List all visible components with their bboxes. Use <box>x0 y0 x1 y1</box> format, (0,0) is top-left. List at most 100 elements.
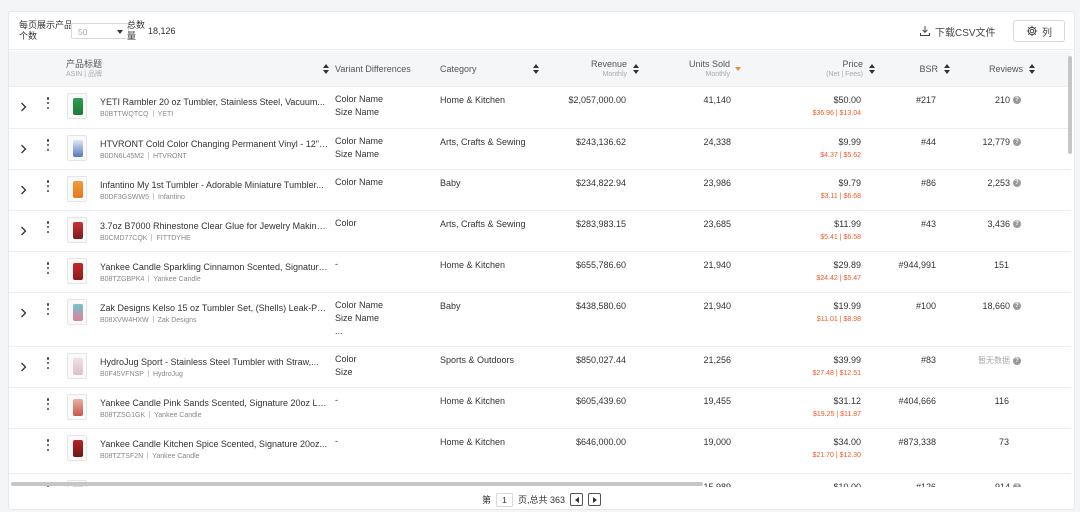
product-asin[interactable]: B08TZSG1GK <box>100 412 145 419</box>
product-title-link[interactable]: YETI Rambler 20 oz Tumbler, Stainless St… <box>100 97 328 107</box>
table-row[interactable]: 3.7oz B7000 Rhinestone Clear Glue for Je… <box>9 211 1071 252</box>
product-title-link[interactable]: Yankee Candle Kitchen Spice Scented, Sig… <box>100 439 328 449</box>
row-actions-button[interactable] <box>45 180 51 192</box>
bsr-rank: #100 <box>915 301 936 311</box>
product-title-link[interactable]: Yankee Candle Sparkling Cinnamon Scented… <box>100 262 328 272</box>
row-actions-button[interactable] <box>45 221 51 233</box>
chevron-right-icon <box>20 185 26 195</box>
product-thumbnail[interactable] <box>67 217 87 243</box>
bsr-rank: #404,666 <box>898 396 936 406</box>
category-sort-button[interactable] <box>527 51 539 87</box>
product-image <box>73 304 83 321</box>
chevron-left-icon <box>574 496 579 503</box>
row-actions-button[interactable] <box>45 398 51 410</box>
column-header-units[interactable]: Units Sold Monthly <box>689 51 741 87</box>
product-asin[interactable]: B08TZTSF2N <box>100 453 143 460</box>
kebab-dot <box>46 101 50 105</box>
review-count: 210? <box>995 95 1021 105</box>
expand-row-button[interactable] <box>18 102 28 112</box>
product-title-link[interactable]: HTVRONT Cold Color Changing Permanent Vi… <box>100 139 328 149</box>
monthly-units-sold: 21,940 <box>703 260 731 270</box>
expand-row-button[interactable] <box>18 185 28 195</box>
column-header-price[interactable]: Price (Net | Fees) <box>826 51 875 87</box>
prev-page-button[interactable] <box>570 493 584 506</box>
product-asin[interactable]: B0CMD77CQK <box>100 235 147 242</box>
monthly-units-sold: 15,989 <box>703 482 731 487</box>
product-title-link[interactable]: Infantino My 1st Tumbler - Adorable Mini… <box>100 180 328 190</box>
horizontal-scrollbar[interactable] <box>11 482 703 486</box>
per-page-select[interactable]: 50 <box>71 23 129 39</box>
price-net-fees: $24.42 | $5.47 <box>816 275 861 282</box>
product-asin[interactable]: B0F45VFNSP <box>100 371 144 378</box>
review-count: 914? <box>995 482 1021 487</box>
columns-button[interactable]: 列 <box>1013 20 1065 42</box>
product-price: $11.99 <box>834 219 861 229</box>
row-actions-button[interactable] <box>45 97 51 109</box>
table-row[interactable]: HTVRONT Cold Color Changing Permanent Vi… <box>9 129 1071 170</box>
table-row[interactable]: Yankee Candle Pink Sands Scented, Signat… <box>9 388 1071 429</box>
product-thumbnail[interactable] <box>67 176 87 202</box>
column-header-bsr[interactable]: BSR <box>919 51 950 87</box>
help-icon[interactable]: ? <box>1013 483 1021 487</box>
meta-divider <box>147 152 149 159</box>
row-actions-button[interactable] <box>45 439 51 451</box>
page-number-input[interactable]: 1 <box>495 492 513 507</box>
table-row[interactable]: Yankee Candle Kitchen Spice Scented, Sig… <box>9 429 1071 474</box>
expand-row-button[interactable] <box>18 362 28 372</box>
title-sort-button[interactable] <box>317 51 329 87</box>
help-icon[interactable]: ? <box>1013 302 1021 310</box>
product-thumbnail[interactable] <box>67 394 87 420</box>
product-asin[interactable]: B0DF3GSWW5 <box>100 194 149 201</box>
product-asin[interactable]: B0BTTWQTCQ <box>100 111 149 118</box>
table-row[interactable]: Infantino My 1st Tumbler - Adorable Mini… <box>9 170 1071 211</box>
product-asin[interactable]: B08TZGBPK4 <box>100 276 144 283</box>
help-icon[interactable]: ? <box>1013 96 1021 104</box>
product-title-link[interactable]: 3.7oz B7000 Rhinestone Clear Glue for Je… <box>100 221 328 231</box>
product-category: Baby <box>440 178 461 188</box>
price-net-fees: $3.11 | $6.68 <box>820 193 861 200</box>
expand-row-button[interactable] <box>18 226 28 236</box>
vertical-scrollbar[interactable] <box>1068 56 1072 154</box>
product-thumbnail[interactable] <box>67 135 87 161</box>
help-icon[interactable]: ? <box>1013 220 1021 228</box>
help-icon[interactable]: ? <box>1013 138 1021 146</box>
kebab-dot <box>46 148 50 151</box>
product-meta: B0DF3GSWW5 Infantino <box>100 193 185 201</box>
product-title-link[interactable]: HydroJug Sport - Stainless Steel Tumbler… <box>100 357 328 367</box>
monthly-revenue: $438,580.60 <box>575 301 626 311</box>
product-thumbnail[interactable] <box>67 299 87 325</box>
product-asin[interactable]: B08XVW4HXW <box>100 317 149 324</box>
bsr-rank: #873,338 <box>898 437 936 447</box>
bsr-rank: #43 <box>920 219 936 229</box>
kebab-dot <box>46 189 50 192</box>
table-row[interactable]: HydroJug Sport - Stainless Steel Tumbler… <box>9 347 1071 388</box>
bsr-rank: #217 <box>915 95 936 105</box>
product-thumbnail[interactable] <box>67 435 87 461</box>
row-actions-button[interactable] <box>45 262 51 274</box>
column-header-reviews[interactable]: Reviews <box>989 51 1035 87</box>
product-thumbnail[interactable] <box>67 93 87 119</box>
column-header-title: 产品标题 ASIN | 品牌 <box>66 51 102 87</box>
product-asin[interactable]: B0DN6L45M2 <box>100 153 144 160</box>
table-row[interactable]: Zak Designs Kelso 15 oz Tumbler Set, (Sh… <box>9 293 1071 347</box>
product-title-link[interactable]: Yankee Candle Pink Sands Scented, Signat… <box>100 398 328 408</box>
column-header-revenue[interactable]: Revenue Monthly <box>591 51 639 87</box>
table-row[interactable]: Yankee Candle Sparkling Cinnamon Scented… <box>9 252 1071 293</box>
kebab-dot <box>46 230 50 233</box>
row-actions-button[interactable] <box>45 357 51 369</box>
product-title-link[interactable]: Zak Designs Kelso 15 oz Tumbler Set, (Sh… <box>100 303 328 313</box>
expand-row-button[interactable] <box>18 144 28 154</box>
monthly-units-sold: 21,940 <box>703 301 731 311</box>
download-csv-button[interactable]: 下载CSV文件 <box>919 22 996 40</box>
expand-row-button[interactable] <box>18 308 28 318</box>
kebab-dot <box>46 143 50 147</box>
product-thumbnail[interactable] <box>67 258 87 284</box>
help-icon[interactable]: ? <box>1013 356 1021 365</box>
help-icon[interactable]: ? <box>1013 179 1021 187</box>
row-actions-button[interactable] <box>45 303 51 315</box>
row-actions-button[interactable] <box>45 139 51 151</box>
product-thumbnail[interactable] <box>67 353 87 379</box>
product-price: $9.99 <box>838 137 861 147</box>
next-page-button[interactable] <box>588 493 602 506</box>
table-row[interactable]: YETI Rambler 20 oz Tumbler, Stainless St… <box>9 87 1071 129</box>
